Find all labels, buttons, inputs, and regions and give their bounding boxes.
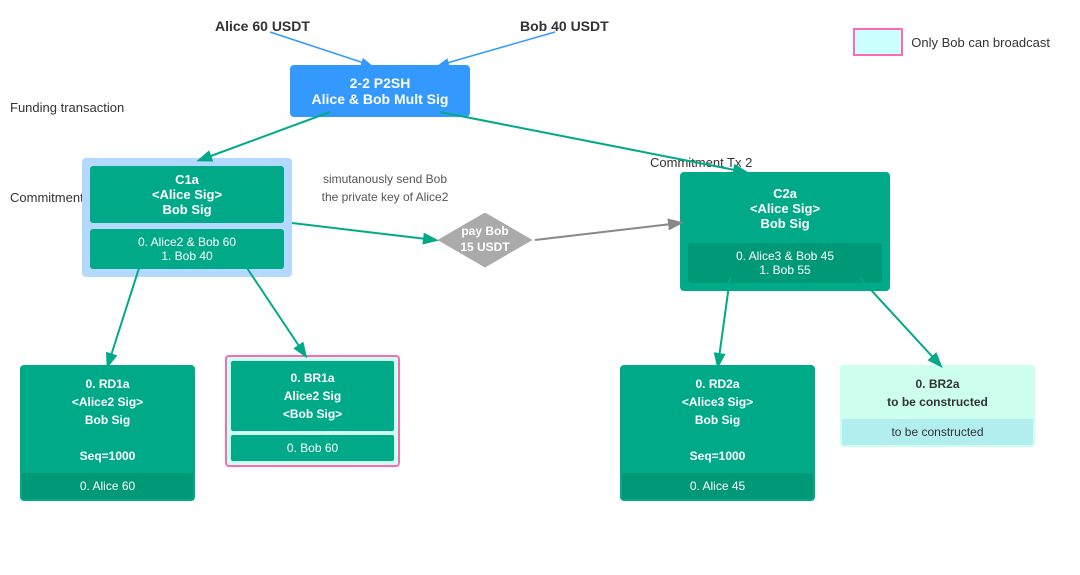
rd1a-line1: 0. RD1a <box>85 377 129 391</box>
br1a-line1: 0. BR1a <box>290 371 334 385</box>
rd2a-line3: Bob Sig <box>695 413 740 427</box>
c2a-line2: <Alice Sig> <box>750 201 820 216</box>
funding-line2: Alice & Bob Mult Sig <box>300 91 460 107</box>
br1a-sig: 0. BR1a Alice2 Sig <Bob Sig> <box>231 361 394 431</box>
c1a-sig: C1a <Alice Sig> Bob Sig <box>90 166 284 223</box>
br1a-output: 0. Bob 60 <box>231 435 394 461</box>
br2a-output: to be constructed <box>842 419 1033 445</box>
diamond-line1: pay Bob <box>461 224 508 238</box>
rd1a-line2: <Alice2 Sig> <box>72 395 143 409</box>
rd2a-seq: Seq=1000 <box>690 449 746 463</box>
c1a-line3: Bob Sig <box>162 202 211 217</box>
c1a-line2: <Alice Sig> <box>152 187 222 202</box>
alice-label: Alice 60 USDT <box>215 18 310 34</box>
c1a-line1: C1a <box>175 172 199 187</box>
c1a-box: C1a <Alice Sig> Bob Sig 0. Alice2 & Bob … <box>82 158 292 277</box>
br1a-line3: <Bob Sig> <box>283 407 342 421</box>
br2a-line2: to be constructed <box>887 395 988 409</box>
commitment2-label: Commitment Tx 2 <box>650 155 752 170</box>
middle-text: simutanously send Bob the private key of… <box>320 170 450 206</box>
c2a-box: C2a <Alice Sig> Bob Sig 0. Alice3 & Bob … <box>680 172 890 291</box>
rd1a-sig: 0. RD1a <Alice2 Sig> Bob Sig Seq=1000 <box>22 367 193 473</box>
funding-line1: 2-2 P2SH <box>300 75 460 91</box>
rd1a-box: 0. RD1a <Alice2 Sig> Bob Sig Seq=1000 0.… <box>20 365 195 501</box>
rd2a-line1: 0. RD2a <box>695 377 739 391</box>
funding-box: 2-2 P2SH Alice & Bob Mult Sig <box>290 65 470 117</box>
rd2a-line2: <Alice3 Sig> <box>682 395 753 409</box>
legend-box <box>853 28 903 56</box>
diamond-container: pay Bob 15 USDT <box>435 210 535 270</box>
rd1a-line3: Bob Sig <box>85 413 130 427</box>
rd2a-output: 0. Alice 45 <box>622 473 813 499</box>
br2a-sig: 0. BR2a to be constructed <box>842 367 1033 419</box>
diagram: Only Bob can broadcast Alice 60 USDT Bob… <box>0 0 1080 575</box>
diamond-line2: 15 USDT <box>460 240 509 254</box>
diamond-text: pay Bob 15 USDT <box>460 224 509 255</box>
rd1a-seq: Seq=1000 <box>80 449 136 463</box>
rd2a-sig: 0. RD2a <Alice3 Sig> Bob Sig Seq=1000 <box>622 367 813 473</box>
br1a-line2: Alice2 Sig <box>284 389 341 403</box>
br2a-line1: 0. BR2a <box>915 377 959 391</box>
bob-label: Bob 40 USDT <box>520 18 609 34</box>
rd1a-output: 0. Alice 60 <box>22 473 193 499</box>
legend: Only Bob can broadcast <box>853 28 1050 56</box>
br1a-box: 0. BR1a Alice2 Sig <Bob Sig> 0. Bob 60 <box>225 355 400 467</box>
legend-label: Only Bob can broadcast <box>911 35 1050 50</box>
br2a-box: 0. BR2a to be constructed to be construc… <box>840 365 1035 447</box>
funding-label: Funding transaction <box>10 100 124 115</box>
c2a-line1: C2a <box>773 186 797 201</box>
c2a-sig: C2a <Alice Sig> Bob Sig <box>688 180 882 237</box>
c2a-line3: Bob Sig <box>760 216 809 231</box>
c2a-outputs: 0. Alice3 & Bob 451. Bob 55 <box>688 243 882 283</box>
rd2a-box: 0. RD2a <Alice3 Sig> Bob Sig Seq=1000 0.… <box>620 365 815 501</box>
c1a-outputs: 0. Alice2 & Bob 601. Bob 40 <box>90 229 284 269</box>
